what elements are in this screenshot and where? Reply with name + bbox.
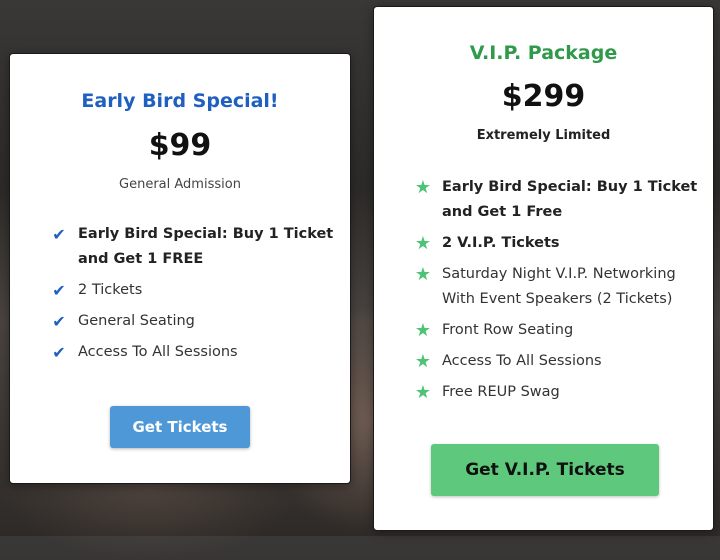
check-icon: ✔ [52, 311, 66, 331]
get-vip-tickets-button[interactable]: Get V.I.P. Tickets [431, 444, 659, 496]
feature-item: ★ Access To All Sessions [414, 349, 704, 374]
feature-text: Front Row Seating [442, 322, 574, 338]
check-icon: ✔ [52, 342, 66, 362]
early-bird-title: Early Bird Special! [81, 90, 279, 112]
feature-text: Free REUP Swag [442, 384, 560, 400]
star-icon: ★ [414, 319, 432, 341]
early-bird-price: $99 [148, 128, 212, 163]
vip-title: V.I.P. Package [469, 42, 618, 64]
feature-item: ✔ General Seating [50, 309, 340, 334]
feature-item: ★ Early Bird Special: Buy 1 Ticket and G… [414, 175, 704, 225]
feature-item: ★ 2 V.I.P. Tickets [414, 231, 704, 256]
star-icon: ★ [414, 232, 432, 254]
get-tickets-button[interactable]: Get Tickets [110, 406, 250, 448]
feature-item: ✔ Early Bird Special: Buy 1 Ticket and G… [50, 222, 340, 272]
check-icon: ✔ [52, 280, 66, 300]
feature-text: General Seating [78, 313, 195, 329]
feature-text: Early Bird Special: Buy 1 Ticket and Get… [78, 226, 334, 267]
early-bird-pricing-card: Early Bird Special! $99 General Admissio… [9, 53, 351, 484]
early-bird-subtitle: General Admission [119, 177, 241, 192]
feature-text: Early Bird Special: Buy 1 Ticket and Get… [442, 179, 698, 220]
vip-price: $299 [501, 79, 586, 114]
feature-item: ★ Front Row Seating [414, 318, 704, 343]
feature-text: Saturday Night V.I.P. Networking With Ev… [442, 266, 676, 307]
feature-text: Access To All Sessions [78, 344, 238, 360]
star-icon: ★ [414, 381, 432, 403]
feature-text: 2 Tickets [78, 282, 143, 298]
early-bird-feature-list: ✔ Early Bird Special: Buy 1 Ticket and G… [50, 222, 340, 371]
feature-item: ✔ 2 Tickets [50, 278, 340, 303]
feature-text: Access To All Sessions [442, 353, 602, 369]
feature-item: ★ Free REUP Swag [414, 380, 704, 405]
feature-item: ★ Saturday Night V.I.P. Networking With … [414, 262, 704, 312]
check-icon: ✔ [52, 224, 66, 244]
star-icon: ★ [414, 176, 432, 198]
vip-feature-list: ★ Early Bird Special: Buy 1 Ticket and G… [414, 175, 704, 411]
feature-text: 2 V.I.P. Tickets [442, 235, 560, 251]
vip-subtitle: Extremely Limited [476, 128, 611, 143]
star-icon: ★ [414, 263, 432, 285]
star-icon: ★ [414, 350, 432, 372]
vip-pricing-card: V.I.P. Package $299 Extremely Limited ★ … [373, 6, 714, 531]
feature-item: ✔ Access To All Sessions [50, 340, 340, 365]
